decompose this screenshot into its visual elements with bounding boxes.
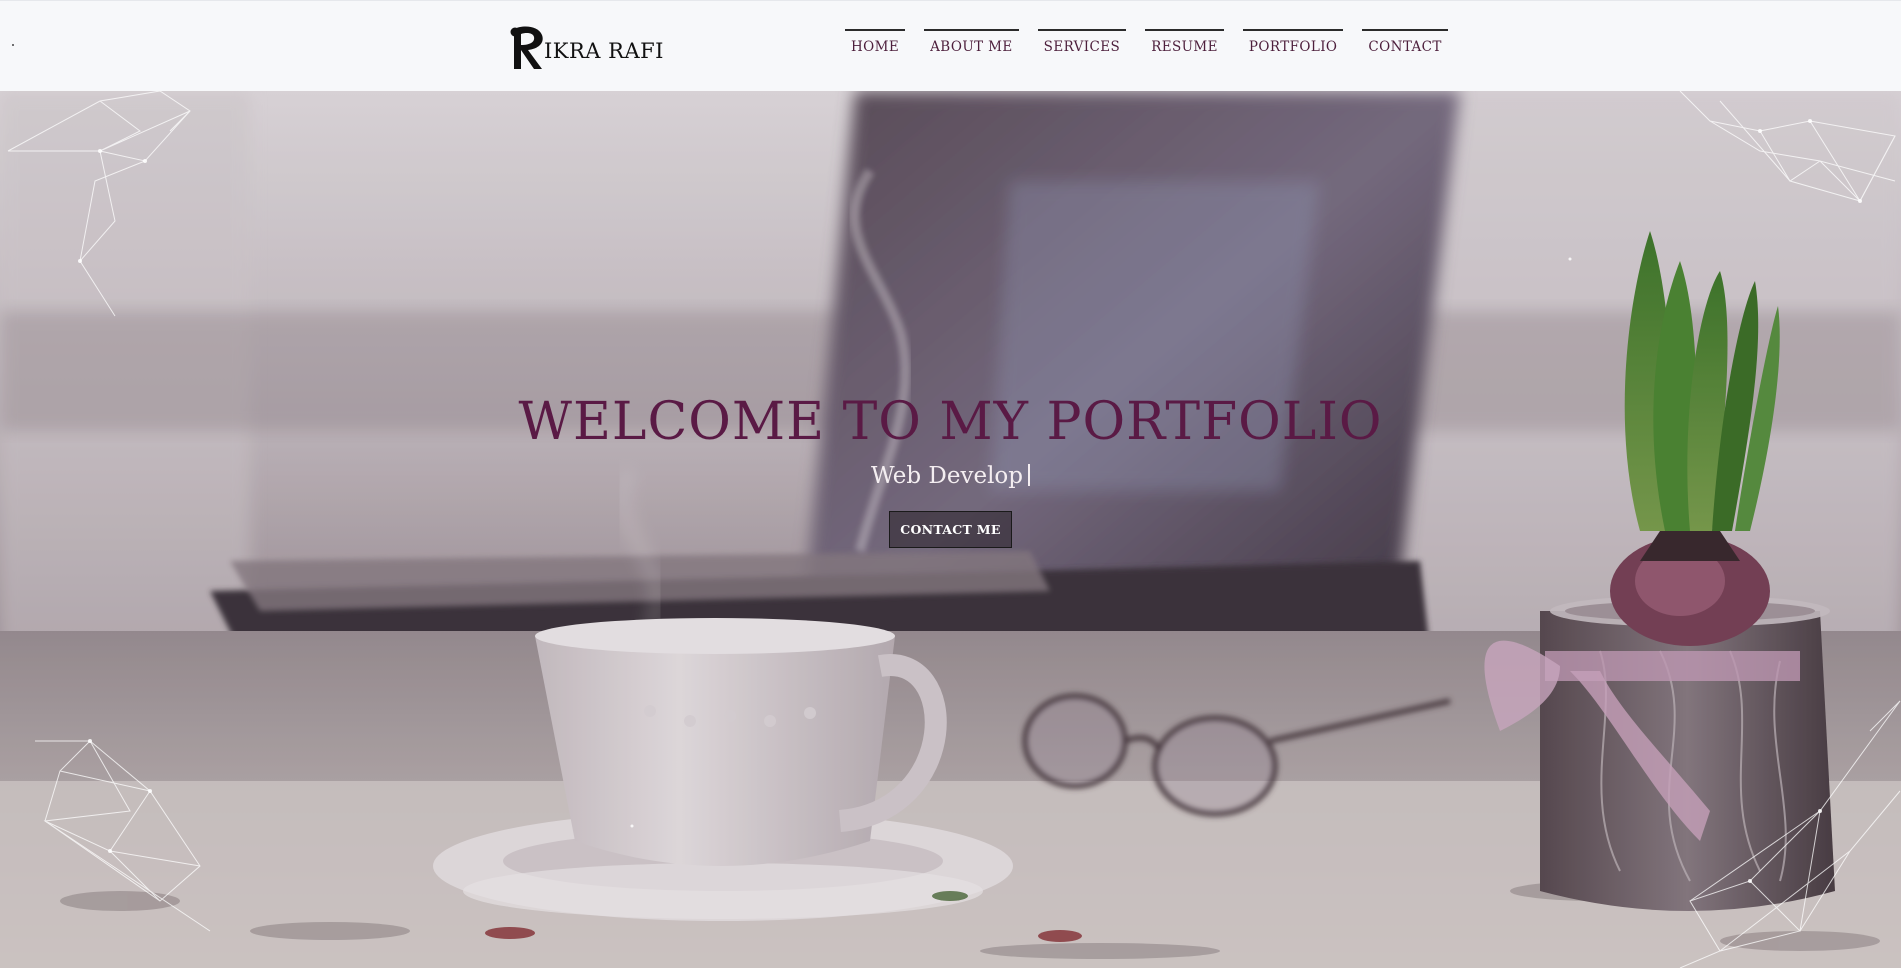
nav-item-services[interactable]: SERVICES	[1037, 29, 1127, 55]
nav-item-contact[interactable]: CONTACT	[1362, 29, 1448, 55]
hero-content: WELCOME TO MY PORTFOLIO Web Develop CONT…	[0, 391, 1901, 549]
hero-typed-subtitle: Web Develop	[0, 463, 1901, 489]
main-nav: HOME ABOUT ME SERVICES RESUME PORTFOLIO …	[845, 29, 1448, 55]
nav-item-portfolio[interactable]: PORTFOLIO	[1242, 29, 1344, 55]
typing-cursor	[1028, 464, 1030, 487]
nav-dot	[12, 44, 14, 46]
hero-section: WELCOME TO MY PORTFOLIO Web Develop CONT…	[0, 91, 1901, 968]
brand-logo-link[interactable]: IKRA RAFI	[508, 23, 664, 73]
brand-name: IKRA RAFI	[544, 39, 664, 63]
nav-item-about-me[interactable]: ABOUT ME	[924, 29, 1019, 55]
nav-item-home[interactable]: HOME	[845, 29, 906, 55]
contact-me-button[interactable]: CONTACT ME	[889, 511, 1012, 549]
top-navbar: IKRA RAFI HOME ABOUT ME SERVICES RESUME …	[0, 0, 1901, 91]
typed-text: Web Develop	[871, 463, 1023, 490]
hero-title: WELCOME TO MY PORTFOLIO	[518, 392, 1383, 452]
nav-item-resume[interactable]: RESUME	[1145, 29, 1224, 55]
